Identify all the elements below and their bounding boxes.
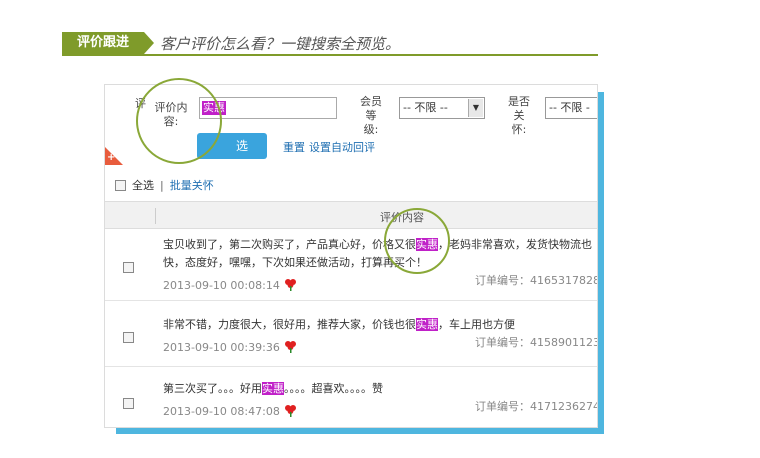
table-row: 非常不错，力度很大，很好用，推荐大家，价钱也很实惠，车上用也方便 2013-09… xyxy=(105,302,598,367)
header-divider xyxy=(62,54,598,56)
highlight-ring-keyword xyxy=(384,208,450,274)
highlight-ring-filter xyxy=(136,78,222,164)
review-date: 2013-09-10 08:47:08 xyxy=(163,404,297,418)
member-level-label: 会员等 级: xyxy=(360,95,382,136)
auto-reply-link[interactable]: 设置自动回评 xyxy=(309,139,375,155)
select-all-checkbox[interactable] xyxy=(115,179,126,191)
review-date: 2013-09-10 00:08:14 xyxy=(163,278,297,292)
flower-icon xyxy=(284,405,296,417)
panel-shadow-right xyxy=(598,92,604,433)
row-checkbox[interactable] xyxy=(123,262,134,273)
panel-shadow-bottom xyxy=(116,428,604,434)
flower-icon xyxy=(284,279,296,291)
order-number: 订单编号：41712362742 xyxy=(475,400,598,413)
order-number: 订单编号：41589011238 xyxy=(475,336,598,349)
member-level-select[interactable]: -- 不限 -- ▼ xyxy=(399,97,485,119)
reset-link[interactable]: 重置 xyxy=(283,139,305,155)
row-checkbox[interactable] xyxy=(123,398,134,409)
table-header: 评价内容 xyxy=(105,201,597,229)
order-number: 订单编号：41653178281 xyxy=(475,274,598,287)
flower-icon xyxy=(284,341,296,353)
plus-icon: + xyxy=(107,152,116,163)
bulk-separator: | xyxy=(160,178,164,192)
bulk-actions: 全选 | 批量关怀 xyxy=(115,177,214,193)
row-checkbox[interactable] xyxy=(123,332,134,343)
care-label: 是否关 怀: xyxy=(508,95,530,136)
header-divider-col xyxy=(155,208,156,224)
chevron-down-icon: ▼ xyxy=(468,99,483,117)
table-row: 宝贝收到了，第二次购买了，产品真心好，价格又很实惠，老妈非常喜欢，发货快物流也快… xyxy=(105,230,598,301)
review-text: 宝贝收到了，第二次购买了，产品真心好，价格又很实惠，老妈非常喜欢，发货快物流也快… xyxy=(163,238,592,269)
review-text: 非常不错，力度很大，很好用，推荐大家，价钱也很实惠，车上用也方便 xyxy=(163,318,515,331)
section-tag: 评价跟进 xyxy=(62,32,154,54)
table-row: 第三次买了。。。好用实惠。。。。超喜欢。。。。赞 2013-09-10 08:4… xyxy=(105,368,598,427)
select-all-label: 全选 xyxy=(132,179,154,192)
section-subtitle: 客户评价怎么看？一键搜索全预览。 xyxy=(160,35,401,53)
batch-care-link[interactable]: 批量关怀 xyxy=(170,177,214,193)
review-date: 2013-09-10 00:39:36 xyxy=(163,340,297,354)
care-select[interactable]: -- 不限 - xyxy=(545,97,597,119)
review-text: 第三次买了。。。好用实惠。。。。超喜欢。。。。赞 xyxy=(163,382,383,395)
